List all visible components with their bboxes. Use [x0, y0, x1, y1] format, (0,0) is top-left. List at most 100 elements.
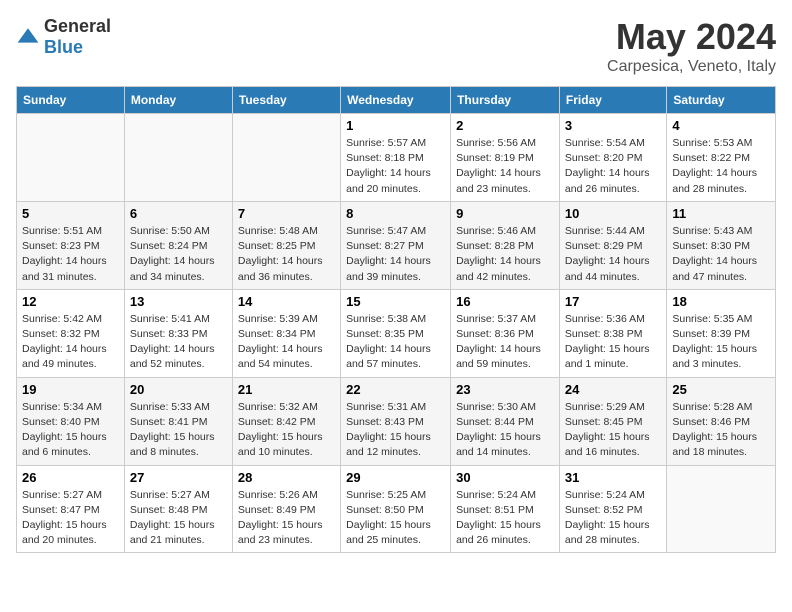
calendar-cell: 21Sunrise: 5:32 AM Sunset: 8:42 PM Dayli…: [232, 377, 340, 465]
day-number: 21: [238, 382, 335, 397]
day-number: 6: [130, 206, 227, 221]
calendar-cell: 24 Sunrise: 5:29 AM Sunset: 8:45 PM Dayli…: [559, 377, 666, 465]
day-info: Sunrise: 5:46 AM Sunset: 8:28 PM Dayligh…: [456, 224, 554, 285]
day-info: Sunrise: 5:37 AM Sunset: 8:36 PM Dayligh…: [456, 312, 554, 373]
calendar-cell: [232, 114, 340, 202]
day-number: 23: [456, 382, 554, 397]
calendar-cell: 29Sunrise: 5:25 AM Sunset: 8:50 PM Dayli…: [341, 465, 451, 553]
day-number: 25: [672, 382, 770, 397]
day-info: Sunrise: 5:43 AM Sunset: 8:30 PM Dayligh…: [672, 224, 770, 285]
day-info: Sunrise: 5:24 AM Sunset: 8:51 PM Dayligh…: [456, 488, 554, 549]
calendar-week-row: 1 Sunrise: 5:57 AM Sunset: 8:18 PM Daylig…: [17, 114, 776, 202]
calendar-header-cell: Wednesday: [341, 87, 451, 114]
calendar-cell: 22Sunrise: 5:31 AM Sunset: 8:43 PM Dayli…: [341, 377, 451, 465]
calendar-week-row: 19Sunrise: 5:34 AM Sunset: 8:40 PM Dayli…: [17, 377, 776, 465]
title-block: May 2024 Carpesica, Veneto, Italy: [607, 16, 776, 76]
calendar-header-cell: Friday: [559, 87, 666, 114]
day-number: 16: [456, 294, 554, 309]
calendar-week-row: 12 Sunrise: 5:42 AM Sunset: 8:32 PM Dayli…: [17, 289, 776, 377]
day-info: Sunrise: 5:47 AM Sunset: 8:27 PM Dayligh…: [346, 224, 445, 285]
calendar-header-cell: Thursday: [451, 87, 560, 114]
day-number: 1: [346, 118, 445, 133]
day-number: 14: [238, 294, 335, 309]
calendar-cell: 23Sunrise: 5:30 AM Sunset: 8:44 PM Dayli…: [451, 377, 560, 465]
day-info: Sunrise: 5:41 AM Sunset: 8:33 PM Dayligh…: [130, 312, 227, 373]
calendar-cell: 8 Sunrise: 5:47 AM Sunset: 8:27 PM Daylig…: [341, 201, 451, 289]
day-number: 12: [22, 294, 119, 309]
calendar-cell: 14 Sunrise: 5:39 AM Sunset: 8:34 PM Dayli…: [232, 289, 340, 377]
calendar-header-cell: Tuesday: [232, 87, 340, 114]
day-number: 2: [456, 118, 554, 133]
calendar-cell: 10 Sunrise: 5:44 AM Sunset: 8:29 PM Dayli…: [559, 201, 666, 289]
calendar-cell: 18 Sunrise: 5:35 AM Sunset: 8:39 PM Dayli…: [667, 289, 776, 377]
calendar-header-row: SundayMondayTuesdayWednesdayThursdayFrid…: [17, 87, 776, 114]
day-info: Sunrise: 5:51 AM Sunset: 8:23 PM Dayligh…: [22, 224, 119, 285]
day-info: Sunrise: 5:36 AM Sunset: 8:38 PM Dayligh…: [565, 312, 661, 373]
calendar-cell: 27Sunrise: 5:27 AM Sunset: 8:48 PM Dayli…: [124, 465, 232, 553]
month-title: May 2024: [607, 16, 776, 58]
day-number: 4: [672, 118, 770, 133]
day-info: Sunrise: 5:28 AM Sunset: 8:46 PM Dayligh…: [672, 400, 770, 461]
day-number: 18: [672, 294, 770, 309]
calendar-header-cell: Sunday: [17, 87, 125, 114]
logo-icon: [16, 25, 40, 49]
day-info: Sunrise: 5:26 AM Sunset: 8:49 PM Dayligh…: [238, 488, 335, 549]
calendar-week-row: 5 Sunrise: 5:51 AM Sunset: 8:23 PM Daylig…: [17, 201, 776, 289]
calendar-cell: 4 Sunrise: 5:53 AM Sunset: 8:22 PM Daylig…: [667, 114, 776, 202]
day-info: Sunrise: 5:39 AM Sunset: 8:34 PM Dayligh…: [238, 312, 335, 373]
calendar-body: 1 Sunrise: 5:57 AM Sunset: 8:18 PM Daylig…: [17, 114, 776, 553]
day-number: 10: [565, 206, 661, 221]
day-info: Sunrise: 5:54 AM Sunset: 8:20 PM Dayligh…: [565, 136, 661, 197]
calendar-cell: 7 Sunrise: 5:48 AM Sunset: 8:25 PM Daylig…: [232, 201, 340, 289]
day-number: 24: [565, 382, 661, 397]
logo: General Blue: [16, 16, 111, 58]
day-number: 11: [672, 206, 770, 221]
calendar-cell: 17Sunrise: 5:36 AM Sunset: 8:38 PM Dayli…: [559, 289, 666, 377]
calendar-cell: 12 Sunrise: 5:42 AM Sunset: 8:32 PM Dayli…: [17, 289, 125, 377]
logo-text: General Blue: [44, 16, 111, 58]
calendar-table: SundayMondayTuesdayWednesdayThursdayFrid…: [16, 86, 776, 553]
calendar-cell: [17, 114, 125, 202]
page-header: General Blue May 2024 Carpesica, Veneto,…: [16, 16, 776, 76]
calendar-cell: 3Sunrise: 5:54 AM Sunset: 8:20 PM Daylig…: [559, 114, 666, 202]
calendar-cell: 1 Sunrise: 5:57 AM Sunset: 8:18 PM Daylig…: [341, 114, 451, 202]
day-info: Sunrise: 5:48 AM Sunset: 8:25 PM Dayligh…: [238, 224, 335, 285]
calendar-cell: 20Sunrise: 5:33 AM Sunset: 8:41 PM Dayli…: [124, 377, 232, 465]
calendar-cell: [124, 114, 232, 202]
calendar-week-row: 26Sunrise: 5:27 AM Sunset: 8:47 PM Dayli…: [17, 465, 776, 553]
day-info: Sunrise: 5:53 AM Sunset: 8:22 PM Dayligh…: [672, 136, 770, 197]
day-info: Sunrise: 5:42 AM Sunset: 8:32 PM Dayligh…: [22, 312, 119, 373]
calendar-cell: 9 Sunrise: 5:46 AM Sunset: 8:28 PM Daylig…: [451, 201, 560, 289]
calendar-cell: 2Sunrise: 5:56 AM Sunset: 8:19 PM Daylig…: [451, 114, 560, 202]
day-info: Sunrise: 5:35 AM Sunset: 8:39 PM Dayligh…: [672, 312, 770, 373]
calendar-cell: 16 Sunrise: 5:37 AM Sunset: 8:36 PM Dayli…: [451, 289, 560, 377]
day-number: 9: [456, 206, 554, 221]
calendar-cell: 13Sunrise: 5:41 AM Sunset: 8:33 PM Dayli…: [124, 289, 232, 377]
calendar-cell: 30 Sunrise: 5:24 AM Sunset: 8:51 PM Dayli…: [451, 465, 560, 553]
calendar-cell: 31Sunrise: 5:24 AM Sunset: 8:52 PM Dayli…: [559, 465, 666, 553]
day-number: 5: [22, 206, 119, 221]
calendar-cell: 26Sunrise: 5:27 AM Sunset: 8:47 PM Dayli…: [17, 465, 125, 553]
calendar-cell: 28Sunrise: 5:26 AM Sunset: 8:49 PM Dayli…: [232, 465, 340, 553]
day-number: 8: [346, 206, 445, 221]
calendar-cell: 5 Sunrise: 5:51 AM Sunset: 8:23 PM Daylig…: [17, 201, 125, 289]
day-number: 26: [22, 470, 119, 485]
day-number: 19: [22, 382, 119, 397]
day-info: Sunrise: 5:29 AM Sunset: 8:45 PM Dayligh…: [565, 400, 661, 461]
day-info: Sunrise: 5:24 AM Sunset: 8:52 PM Dayligh…: [565, 488, 661, 549]
logo-general: General: [44, 16, 111, 36]
day-info: Sunrise: 5:27 AM Sunset: 8:48 PM Dayligh…: [130, 488, 227, 549]
calendar-header-cell: Saturday: [667, 87, 776, 114]
location-title: Carpesica, Veneto, Italy: [607, 58, 776, 76]
day-number: 30: [456, 470, 554, 485]
calendar-header-cell: Monday: [124, 87, 232, 114]
day-info: Sunrise: 5:31 AM Sunset: 8:43 PM Dayligh…: [346, 400, 445, 461]
calendar-cell: 19Sunrise: 5:34 AM Sunset: 8:40 PM Dayli…: [17, 377, 125, 465]
calendar-cell: [667, 465, 776, 553]
day-info: Sunrise: 5:44 AM Sunset: 8:29 PM Dayligh…: [565, 224, 661, 285]
day-number: 7: [238, 206, 335, 221]
day-info: Sunrise: 5:25 AM Sunset: 8:50 PM Dayligh…: [346, 488, 445, 549]
day-info: Sunrise: 5:38 AM Sunset: 8:35 PM Dayligh…: [346, 312, 445, 373]
day-info: Sunrise: 5:57 AM Sunset: 8:18 PM Dayligh…: [346, 136, 445, 197]
day-number: 15: [346, 294, 445, 309]
